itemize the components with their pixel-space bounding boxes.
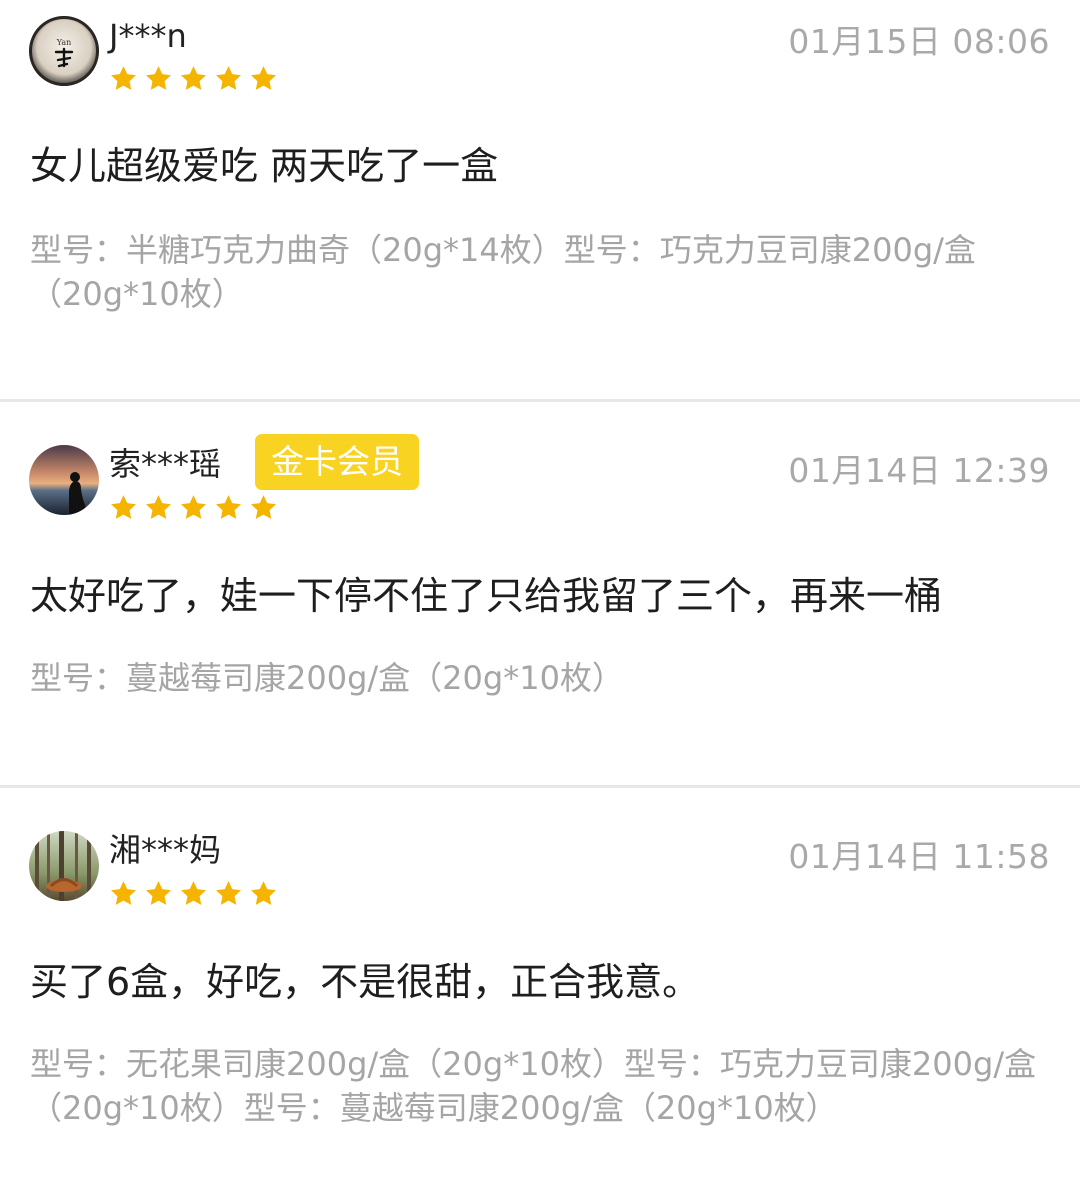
star-icon [111, 66, 136, 90]
star-icon [146, 495, 171, 519]
review-content: 买了6盒，好吃，不是很甜，正合我意。 [30, 960, 701, 1004]
star-rating [109, 879, 278, 909]
star-icon [216, 881, 241, 905]
star-icon [181, 495, 206, 519]
sunset-silhouette-avatar-icon[interactable] [29, 445, 99, 515]
star-icon [146, 881, 171, 905]
star-rating [109, 64, 278, 94]
star-icon [111, 495, 136, 519]
username: J***n [109, 17, 187, 55]
star-icon [216, 66, 241, 90]
username: 索***瑶 [109, 445, 222, 483]
forest-avatar-icon[interactable] [29, 831, 99, 901]
username: 湘***妈 [109, 831, 222, 869]
product-spec: 型号：蔓越莓司康200g/盒（20g*10枚） [30, 659, 624, 697]
review-item: 索***瑶 金卡会员 01月14日 12:39 太好吃了，娃一下停不住了只给我留… [0, 400, 1080, 786]
calligraphy-avatar-icon[interactable]: Yan [29, 16, 99, 86]
star-icon [181, 66, 206, 90]
review-date: 01月14日 12:39 [788, 451, 1050, 490]
star-icon [251, 881, 276, 905]
star-icon [111, 881, 136, 905]
star-icon [216, 495, 241, 519]
review-date: 01月15日 08:06 [788, 22, 1050, 61]
star-icon [251, 495, 276, 519]
product-spec: 型号：半糖巧克力曲奇（20g*14枚）型号：巧克力豆司康200g/盒（20g*1… [30, 231, 976, 313]
star-icon [181, 881, 206, 905]
review-item: Yan J***n 01月15日 08:06 女儿超级爱吃 两天吃了一盒 型号：… [0, 0, 1080, 400]
product-spec: 型号：无花果司康200g/盒（20g*10枚）型号：巧克力豆司康200g/盒（2… [30, 1045, 1037, 1127]
gold-member-badge: 金卡会员 [255, 434, 419, 490]
review-content: 太好吃了，娃一下停不住了只给我留了三个，再来一桶 [30, 574, 943, 618]
star-icon [251, 66, 276, 90]
review-date: 01月14日 11:58 [788, 837, 1050, 876]
star-rating [109, 493, 278, 523]
review-content: 女儿超级爱吃 两天吃了一盒 [30, 144, 499, 188]
svg-text:Yan: Yan [56, 38, 72, 47]
review-item: 湘***妈 01月14日 11:58 买了6盒，好吃，不是很甜，正合我意。 型号… [0, 786, 1080, 1197]
star-icon [146, 66, 171, 90]
